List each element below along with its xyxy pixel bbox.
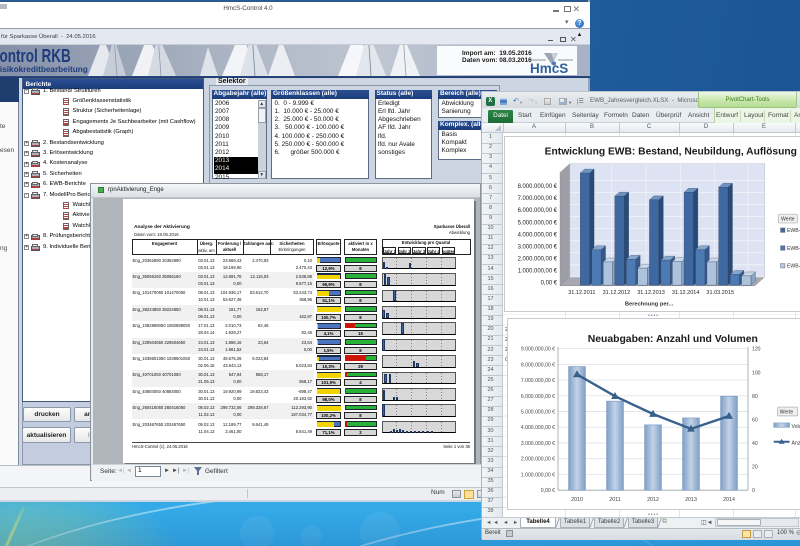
svg-text:40: 40	[752, 441, 758, 447]
svg-text:EWB-Bes: EWB-Bes	[787, 228, 800, 234]
svg-text:4.000.000,00 €: 4.000.000,00 €	[521, 425, 555, 431]
svg-text:120: 120	[752, 347, 761, 353]
svg-text:2012: 2012	[647, 497, 659, 503]
svg-text:Volum: Volum	[792, 424, 800, 430]
svg-text:2010: 2010	[571, 497, 583, 503]
svg-text:Werte: Werte	[781, 217, 795, 223]
svg-text:Entwicklung EWB: Bestand, Neub: Entwicklung EWB: Bestand, Neubildung, Au…	[545, 146, 797, 157]
svg-text:60: 60	[752, 417, 758, 423]
svg-text:9.000.000,00 €: 9.000.000,00 €	[521, 347, 555, 353]
svg-text:7.000.000,00 €: 7.000.000,00 €	[521, 378, 555, 384]
svg-text:Berechnung per...: Berechnung per...	[625, 302, 674, 308]
svg-text:31.12.2014: 31.12.2014	[672, 290, 700, 296]
svg-text:6.000.000,00 €: 6.000.000,00 €	[518, 208, 558, 214]
svg-text:0,00 €: 0,00 €	[541, 488, 555, 494]
svg-text:EWB-Bes: EWB-Bes	[787, 264, 800, 270]
svg-text:1.000.000,00 €: 1.000.000,00 €	[521, 472, 555, 478]
svg-text:0,00 €: 0,00 €	[541, 281, 558, 287]
svg-text:Anzah: Anzah	[792, 441, 800, 447]
svg-text:5.000.000,00 €: 5.000.000,00 €	[518, 220, 558, 226]
svg-text:Werte: Werte	[780, 410, 794, 416]
svg-text:2.000.000,00 €: 2.000.000,00 €	[521, 457, 555, 463]
svg-text:31.12.2013: 31.12.2013	[637, 290, 665, 296]
svg-text:8.000.000,00 €: 8.000.000,00 €	[518, 184, 558, 190]
svg-text:2013: 2013	[685, 497, 697, 503]
svg-text:2014: 2014	[723, 497, 735, 503]
svg-text:20: 20	[752, 465, 758, 471]
svg-text:HmcS: HmcS	[530, 61, 568, 76]
svg-text:2011: 2011	[609, 497, 620, 503]
svg-text:31.12.2011: 31.12.2011	[568, 290, 595, 296]
svg-text:0: 0	[752, 488, 755, 494]
svg-text:80: 80	[752, 394, 758, 400]
svg-text:7.000.000,00 €: 7.000.000,00 €	[518, 196, 558, 202]
svg-text:31.03.2015: 31.03.2015	[706, 290, 734, 296]
svg-text:100: 100	[752, 370, 761, 376]
svg-text:1.000.000,00 €: 1.000.000,00 €	[518, 269, 558, 275]
svg-text:6.000.000,00 €: 6.000.000,00 €	[521, 394, 555, 400]
svg-text:3.000.000,00 €: 3.000.000,00 €	[518, 244, 558, 250]
svg-text:Neuabgaben: Anzahl und Volumen: Neuabgaben: Anzahl und Volumen	[588, 334, 758, 345]
svg-text:3.000.000,00 €: 3.000.000,00 €	[521, 441, 555, 447]
svg-text:2.000.000,00 €: 2.000.000,00 €	[518, 256, 558, 262]
svg-text:5.000.000,00 €: 5.000.000,00 €	[521, 410, 555, 416]
svg-text:4.000.000,00 €: 4.000.000,00 €	[518, 232, 558, 238]
svg-text:EWB-Bes: EWB-Bes	[787, 246, 800, 252]
svg-text:31.12.2012: 31.12.2012	[603, 290, 631, 296]
svg-text:8.000.000,00 €: 8.000.000,00 €	[521, 362, 555, 368]
